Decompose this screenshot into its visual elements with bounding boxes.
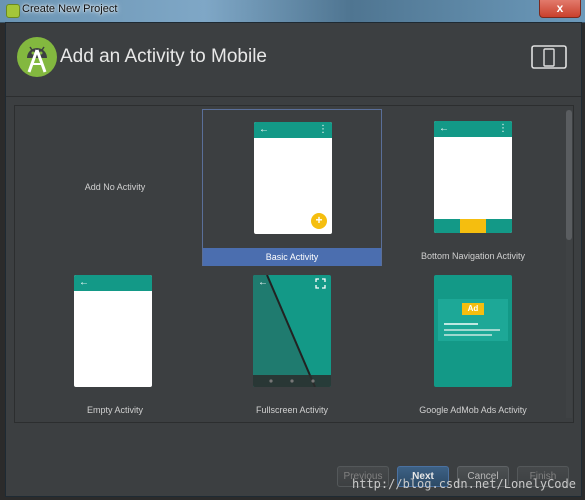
dialog-window: Add an Activity to Mobile Add No Activit… xyxy=(5,22,582,497)
app-bar: ← ⋮ xyxy=(434,121,512,137)
fab-plus-icon: + xyxy=(311,213,327,229)
overflow-menu-icon: ⋮ xyxy=(498,123,508,134)
fullscreen-expand-icon xyxy=(315,278,326,289)
tile-label: Add No Activity xyxy=(84,182,146,192)
bottom-nav-bar xyxy=(434,219,512,233)
page-title: Add an Activity to Mobile xyxy=(60,46,267,67)
app-bar: ← ⋮ xyxy=(254,122,332,138)
fullscreen-preview: ← xyxy=(253,275,331,387)
activity-gallery: Add No Activity ← ⋮ + Basic Activity ← ⋮ xyxy=(14,105,574,423)
tile-label: Basic Activity xyxy=(203,248,381,266)
ad-line xyxy=(444,334,492,336)
dialog-header: Add an Activity to Mobile xyxy=(6,23,581,97)
tile-empty-activity[interactable]: ← Empty Activity xyxy=(25,268,205,423)
app-bar: ← xyxy=(74,275,152,291)
tile-add-no-activity[interactable]: Add No Activity xyxy=(25,112,205,267)
tile-label: Fullscreen Activity xyxy=(255,405,329,415)
fullscreen-diagonal xyxy=(253,275,331,387)
empty-activity-preview: ← xyxy=(74,275,152,387)
tile-bottom-navigation-activity[interactable]: ← ⋮ Bottom Navigation Activity xyxy=(383,112,563,267)
back-arrow-icon: ← xyxy=(79,277,89,288)
tile-label: Empty Activity xyxy=(86,405,143,415)
ad-badge: Ad xyxy=(462,303,484,315)
scrollbar-thumb[interactable] xyxy=(566,110,572,240)
overflow-menu-icon: ⋮ xyxy=(318,124,328,135)
window-title: Create New Project xyxy=(22,3,118,15)
back-arrow-icon: ← xyxy=(259,124,269,135)
gallery-scrollbar[interactable] xyxy=(566,110,572,418)
tile-label: Google AdMob Ads Activity xyxy=(419,405,527,415)
tile-google-admob-ads-activity[interactable]: Ad Google AdMob Ads Activity xyxy=(383,268,563,423)
tile-label: Bottom Navigation Activity xyxy=(420,251,526,261)
phone-tablet-icon xyxy=(531,45,567,69)
watermark-text: http://blog.csdn.net/LonelyCode xyxy=(352,477,576,491)
admob-preview: Ad xyxy=(434,275,512,387)
ad-card: Ad xyxy=(438,299,508,341)
bottom-nav-active-item xyxy=(460,219,486,233)
ad-line xyxy=(444,329,500,331)
tile-fullscreen-activity[interactable]: ← Fullscreen Activity xyxy=(202,268,382,423)
close-button[interactable]: x xyxy=(539,0,581,18)
back-arrow-icon: ← xyxy=(439,123,449,134)
basic-activity-preview: ← ⋮ + xyxy=(254,122,332,234)
bottom-navigation-preview: ← ⋮ xyxy=(434,121,512,233)
android-studio-logo-icon xyxy=(17,37,57,77)
back-arrow-icon: ← xyxy=(258,277,268,288)
android-studio-icon xyxy=(6,4,20,18)
window-titlebar: Create New Project x xyxy=(0,0,585,23)
ad-line xyxy=(444,323,478,325)
tile-basic-activity[interactable]: ← ⋮ + Basic Activity xyxy=(202,109,382,266)
